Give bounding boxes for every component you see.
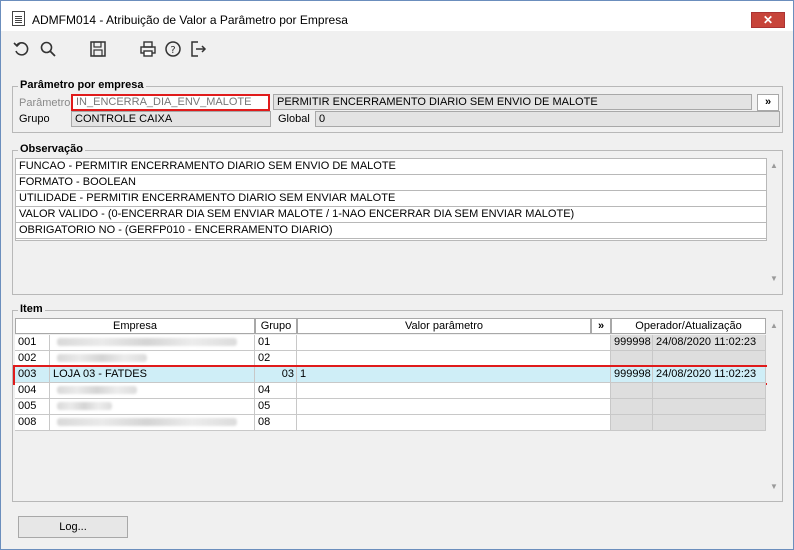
observation-line: OBRIGATORIO NO - (GERFP010 - ENCERRAMENT… bbox=[16, 223, 766, 239]
global-field: 0 bbox=[315, 111, 780, 127]
exit-icon[interactable] bbox=[189, 40, 207, 58]
row-code: 003 bbox=[15, 367, 50, 383]
row-valor[interactable] bbox=[297, 351, 611, 367]
redacted-text bbox=[57, 418, 237, 427]
row-grupo: 04 bbox=[255, 383, 297, 399]
header-operador[interactable]: Operador/Atualização bbox=[611, 318, 766, 334]
item-scrollbar[interactable]: ▲ ▼ bbox=[767, 318, 781, 496]
row-operador bbox=[611, 399, 653, 415]
row-grupo: 08 bbox=[255, 415, 297, 431]
document-icon bbox=[12, 11, 25, 26]
row-grupo: 01 bbox=[255, 335, 297, 351]
param-label: Parâmetro bbox=[19, 97, 71, 109]
undo-icon[interactable] bbox=[13, 40, 31, 58]
table-row[interactable]: 002 02 bbox=[15, 351, 767, 367]
group-field: CONTROLE CAIXA bbox=[71, 111, 271, 127]
row-code: 001 bbox=[15, 335, 50, 351]
app-window: ADMFM014 - Atribuição de Valor a Parâmet… bbox=[0, 0, 794, 550]
row-grupo: 03 bbox=[255, 367, 297, 383]
row-valor[interactable]: 1 bbox=[297, 367, 611, 383]
row-atualizacao bbox=[653, 415, 766, 431]
log-button[interactable]: Log... bbox=[18, 516, 128, 538]
row-empresa: LOJA 03 - FATDES bbox=[50, 367, 255, 383]
observation-line: FORMATO - BOOLEAN bbox=[16, 175, 766, 191]
row-empresa bbox=[50, 383, 255, 399]
param-group-title: Parâmetro por empresa bbox=[18, 79, 146, 91]
row-atualizacao: 24/08/2020 11:02:23 bbox=[653, 367, 766, 383]
header-empresa[interactable]: Empresa bbox=[15, 318, 255, 334]
row-valor[interactable] bbox=[297, 335, 611, 351]
row-empresa bbox=[50, 399, 255, 415]
help-icon[interactable]: ? bbox=[164, 40, 182, 58]
row-code: 005 bbox=[15, 399, 50, 415]
table-row[interactable]: 004 04 bbox=[15, 383, 767, 399]
svg-text:?: ? bbox=[170, 45, 175, 56]
redacted-text bbox=[57, 338, 237, 347]
row-operador bbox=[611, 383, 653, 399]
row-valor[interactable] bbox=[297, 415, 611, 431]
toolbar: ? bbox=[1, 31, 793, 67]
observation-line: VALOR VALIDO - (0-ENCERRAR DIA SEM ENVIA… bbox=[16, 207, 766, 223]
row-grupo: 05 bbox=[255, 399, 297, 415]
table-row[interactable]: 001 01 999998 24/08/2020 11:02:23 bbox=[15, 335, 767, 351]
close-button[interactable]: ✕ bbox=[751, 12, 785, 28]
row-operador bbox=[611, 415, 653, 431]
observation-list: FUNCAO - PERMITIR ENCERRAMENTO DIARIO SE… bbox=[15, 158, 767, 241]
redacted-text bbox=[57, 354, 147, 363]
title-bar: ADMFM014 - Atribuição de Valor a Parâmet… bbox=[1, 1, 793, 31]
header-valor[interactable]: Valor parâmetro bbox=[297, 318, 591, 334]
scroll-down-icon[interactable]: ▼ bbox=[770, 482, 778, 491]
row-operador: 999998 bbox=[611, 335, 653, 351]
row-empresa bbox=[50, 335, 255, 351]
row-grupo: 02 bbox=[255, 351, 297, 367]
row-atualizacao bbox=[653, 383, 766, 399]
row-operador: 999998 bbox=[611, 367, 653, 383]
param-description-field: PERMITIR ENCERRAMENTO DIARIO SEM ENVIO D… bbox=[273, 94, 752, 110]
window-title: ADMFM014 - Atribuição de Valor a Parâmet… bbox=[32, 13, 348, 27]
observation-line: UTILIDADE - PERMITIR ENCERRAMENTO DIARIO… bbox=[16, 191, 766, 207]
row-empresa bbox=[50, 351, 255, 367]
header-grupo[interactable]: Grupo bbox=[255, 318, 297, 334]
redacted-text bbox=[57, 402, 112, 411]
print-icon[interactable] bbox=[139, 40, 157, 58]
redacted-text bbox=[57, 386, 137, 395]
row-atualizacao: 24/08/2020 11:02:23 bbox=[653, 335, 766, 351]
observation-scrollbar[interactable]: ▲ ▼ bbox=[767, 158, 781, 288]
header-expand-button[interactable]: » bbox=[591, 318, 611, 334]
row-code: 004 bbox=[15, 383, 50, 399]
group-label: Grupo bbox=[19, 113, 50, 125]
item-group-title: Item bbox=[18, 303, 45, 315]
table-row-selected[interactable]: 003 LOJA 03 - FATDES 03 1 999998 24/08/2… bbox=[13, 365, 769, 385]
scroll-up-icon[interactable]: ▲ bbox=[770, 321, 778, 330]
search-icon[interactable] bbox=[39, 40, 57, 58]
scroll-down-icon[interactable]: ▼ bbox=[770, 274, 778, 283]
table-row[interactable]: 008 08 bbox=[15, 415, 767, 431]
table-row[interactable]: 005 05 bbox=[15, 399, 767, 415]
row-atualizacao bbox=[653, 399, 766, 415]
observation-group-title: Observação bbox=[18, 143, 85, 155]
row-code: 002 bbox=[15, 351, 50, 367]
param-field[interactable]: IN_ENCERRA_DIA_ENV_MALOTE bbox=[71, 94, 270, 111]
row-valor[interactable] bbox=[297, 383, 611, 399]
global-label: Global bbox=[278, 113, 310, 125]
row-atualizacao bbox=[653, 351, 766, 367]
save-icon[interactable] bbox=[89, 40, 107, 58]
row-empresa bbox=[50, 415, 255, 431]
row-code: 008 bbox=[15, 415, 50, 431]
observation-line: FUNCAO - PERMITIR ENCERRAMENTO DIARIO SE… bbox=[16, 159, 766, 175]
scroll-up-icon[interactable]: ▲ bbox=[770, 161, 778, 170]
param-expand-button[interactable]: » bbox=[757, 94, 779, 111]
row-operador bbox=[611, 351, 653, 367]
row-valor[interactable] bbox=[297, 399, 611, 415]
